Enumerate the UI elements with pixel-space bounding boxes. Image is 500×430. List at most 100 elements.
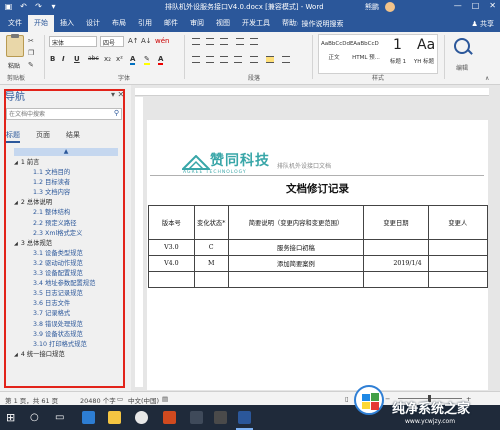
expand-triangle-icon[interactable]: ◢ [14, 241, 18, 247]
nav-heading-item[interactable]: 3.3 设备配置规范 [0, 269, 131, 279]
page-count[interactable]: 第 1 页，共 61 页 [5, 395, 58, 405]
word-icon[interactable] [238, 411, 251, 424]
minimize-button[interactable]: — [454, 1, 462, 10]
style-normal-preview[interactable]: AaBbCcDdE [321, 41, 353, 47]
tab-results[interactable]: 结果 [66, 130, 80, 143]
word-count[interactable]: 20480 个字 [80, 395, 116, 405]
nav-heading-item[interactable]: 1.1 文档目的 [0, 168, 131, 178]
style-heading1-preview[interactable]: 1 [393, 37, 402, 53]
italic-button[interactable]: I [62, 55, 65, 63]
tab-layout[interactable]: 布局 [106, 15, 132, 32]
tab-home[interactable]: 开始 [28, 15, 54, 32]
windows-start-icon[interactable]: ⊞ [6, 411, 19, 424]
edge-browser-icon[interactable] [82, 411, 95, 424]
tab-references[interactable]: 引用 [132, 15, 158, 32]
close-icon[interactable]: ▾ ✕ [111, 90, 124, 99]
expand-triangle-icon[interactable]: ◢ [14, 352, 18, 358]
tab-mailings[interactable]: 邮件 [158, 15, 184, 32]
vertical-ruler[interactable] [135, 97, 143, 387]
font-size-select[interactable]: 四号 [100, 36, 124, 47]
undo-icon[interactable]: ↶ [19, 2, 28, 11]
cell-version[interactable] [148, 271, 195, 288]
bold-button[interactable]: B [50, 55, 55, 63]
numbering-icon[interactable] [206, 38, 214, 45]
zoom-out-icon[interactable]: − [385, 395, 390, 403]
avatar[interactable] [385, 2, 395, 12]
pinyin-icon[interactable]: wén [155, 37, 169, 45]
tab-review[interactable]: 审阅 [184, 15, 210, 32]
maximize-button[interactable]: □ [472, 1, 480, 10]
tab-design[interactable]: 设计 [80, 15, 106, 32]
paste-button-label[interactable]: 粘贴 [8, 61, 20, 70]
share-button[interactable]: ♟ 共享 [471, 19, 494, 29]
task-view-icon[interactable]: ▭ [55, 411, 68, 424]
paste-icon[interactable] [6, 34, 24, 57]
cell-status[interactable] [193, 271, 229, 288]
font-color-icon[interactable]: A [158, 55, 164, 65]
cell-version[interactable]: V3.0 [148, 239, 195, 256]
search-icon[interactable]: ○ [30, 411, 43, 424]
style-html-preview[interactable]: AaBbCcD [351, 41, 381, 47]
underline-button[interactable]: U [74, 55, 80, 63]
cell-author[interactable] [427, 271, 489, 288]
align-center-icon[interactable] [206, 56, 214, 63]
app-icon[interactable] [190, 411, 203, 424]
search-icon[interactable]: ⚲ [114, 109, 119, 117]
cell-status[interactable]: C [193, 239, 229, 256]
cut-icon[interactable]: ✂ [28, 37, 37, 45]
cell-date[interactable] [363, 271, 429, 288]
collapse-ribbon-icon[interactable]: ∧ [485, 75, 489, 82]
subscript-button[interactable]: x₂ [104, 55, 111, 63]
cell-description[interactable]: 服务接口初稿 [227, 239, 365, 256]
increase-indent-icon[interactable] [250, 38, 258, 45]
strikethrough-button[interactable]: abc [88, 55, 99, 62]
nav-heading-item[interactable]: 3.8 错误处理规范 [0, 320, 131, 330]
collapse-headings-button[interactable]: ▲ [14, 148, 118, 156]
file-explorer-icon[interactable] [108, 411, 121, 424]
tab-view[interactable]: 视图 [210, 15, 236, 32]
document-page[interactable]: 赞同科技 AGREE TECHNOLOGY 排队机外设接口文档 文档修订记录 版… [147, 120, 489, 390]
nav-search-input[interactable] [7, 109, 107, 119]
expand-triangle-icon[interactable]: ◢ [14, 200, 18, 206]
cell-description[interactable] [227, 271, 365, 288]
proofing-icon[interactable]: ▭ [117, 395, 123, 403]
nav-heading-item[interactable]: 3.6 日志文件 [0, 299, 131, 309]
tab-insert[interactable]: 插入 [54, 15, 80, 32]
nav-heading-item[interactable]: 3.7 记录格式 [0, 309, 131, 319]
tab-file[interactable]: 文件 [2, 15, 28, 32]
format-painter-icon[interactable]: ✎ [28, 61, 37, 69]
nav-heading-item[interactable]: 3.10 打印格式规范 [0, 340, 131, 350]
cell-date[interactable] [363, 239, 429, 256]
close-button[interactable]: ✕ [489, 1, 496, 10]
cell-date[interactable]: 2019/1/4 [363, 255, 429, 272]
nav-heading-item[interactable]: 1.2 目标读者 [0, 178, 131, 188]
shading-icon[interactable] [266, 56, 274, 63]
tab-headings[interactable]: 标题 [6, 130, 20, 143]
cell-status[interactable]: M [193, 255, 229, 272]
nav-heading-item[interactable]: 3.5 日志记录规范 [0, 289, 131, 299]
cell-description[interactable]: 添加简要案例 [227, 255, 365, 272]
nav-heading-item[interactable]: 2.1 整体结构 [0, 208, 131, 218]
horizontal-ruler[interactable] [135, 88, 489, 96]
style-yh-preview[interactable]: Aa [417, 37, 435, 53]
macro-icon[interactable]: ▤ [162, 395, 168, 403]
justify-icon[interactable] [234, 56, 242, 63]
text-effects-icon[interactable]: A [130, 55, 136, 65]
line-spacing-icon[interactable] [250, 56, 258, 63]
save-icon[interactable]: ▣ [4, 2, 13, 11]
align-left-icon[interactable] [192, 56, 200, 63]
cell-version[interactable]: V4.0 [148, 255, 195, 272]
expand-triangle-icon[interactable]: ◢ [14, 160, 18, 166]
customize-qat-icon[interactable]: ▾ [49, 2, 58, 11]
nav-heading-item[interactable]: 2.3 Xml格式定义 [0, 229, 131, 239]
tab-developer[interactable]: 开发工具 [236, 15, 276, 32]
nav-heading-item[interactable]: 3.9 设备状态规范 [0, 330, 131, 340]
search-icon[interactable] [454, 38, 470, 54]
nav-heading-item[interactable]: ◢ 4 统一接口规范 [0, 350, 131, 360]
read-mode-icon[interactable]: ▯ [345, 395, 349, 403]
grow-font-icon[interactable]: A↑ [128, 37, 139, 45]
nav-heading-item[interactable]: 1.3 文档内容 [0, 188, 131, 198]
align-right-icon[interactable] [220, 56, 228, 63]
nav-heading-item[interactable]: 2.2 预定义路径 [0, 219, 131, 229]
nav-heading-item[interactable]: ◢ 2 总体说明 [0, 198, 131, 208]
